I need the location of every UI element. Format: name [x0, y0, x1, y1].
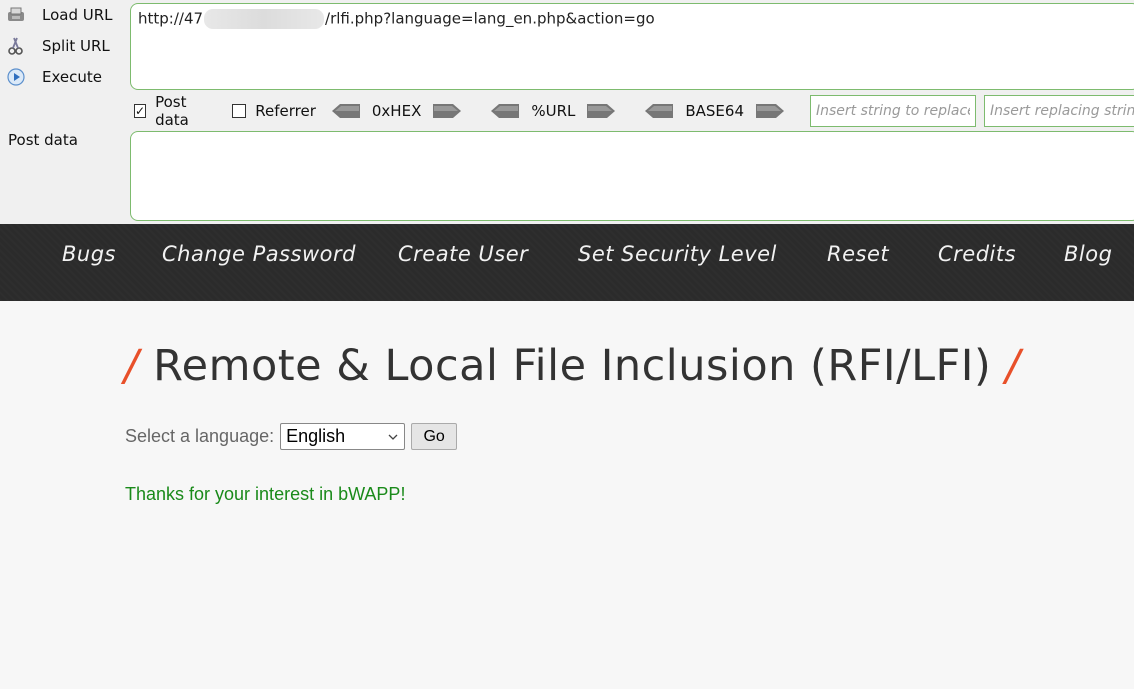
hex-encode-arrow-icon[interactable] — [433, 104, 462, 118]
checkbox-checked-icon: ✓ — [134, 104, 147, 118]
chevron-down-icon — [388, 434, 398, 440]
page-title: / Remote & Local File Inclusion (RFI/LFI… — [124, 341, 1020, 391]
execute-icon — [6, 67, 26, 87]
nav-item-set-security-level[interactable]: Set Security Level — [578, 242, 777, 266]
execute-button[interactable]: Execute — [6, 64, 102, 90]
hex-decode-arrow-icon[interactable] — [331, 104, 360, 118]
nav-item-bugs[interactable]: Bugs — [62, 242, 116, 266]
hackbar-toolbar: Load URL Split URL Execute http://47/rlf… — [0, 0, 1134, 224]
go-button[interactable]: Go — [411, 423, 458, 450]
load-url-label: Load URL — [42, 6, 113, 24]
split-url-label: Split URL — [42, 37, 110, 55]
post-data-checkbox[interactable]: ✓ Post data — [134, 93, 213, 129]
url-encode-label: %URL — [531, 102, 576, 120]
hex-encoder: 0xHEX — [331, 102, 462, 120]
url-field[interactable]: http://47/rlfi.php?language=lang_en.php&… — [130, 3, 1134, 90]
title-slash-left: / — [124, 341, 139, 391]
base64-label: BASE64 — [685, 102, 744, 120]
status-message: Thanks for your interest in bWAPP! — [125, 484, 406, 504]
language-select[interactable]: English — [280, 423, 406, 450]
nav-item-blog[interactable]: Blog — [1064, 242, 1112, 266]
language-selected-value: English — [286, 426, 346, 446]
nav-item-create-user[interactable]: Create User — [398, 242, 528, 266]
base64-decode-arrow-icon[interactable] — [645, 104, 674, 118]
language-select-label: Select a language: — [125, 426, 275, 446]
nav-item-change-password[interactable]: Change Password — [162, 242, 356, 266]
title-slash-right: / — [1005, 341, 1021, 391]
nav-item-reset[interactable]: Reset — [827, 242, 889, 266]
load-url-button[interactable]: Load URL — [6, 2, 113, 28]
hackbar-options-row: ✓ Post data Referrer 0xHEX %URL BASE64 — [134, 93, 1134, 129]
execute-label: Execute — [42, 68, 102, 86]
post-data-field[interactable] — [130, 131, 1134, 221]
language-form: Select a language: English Go — [125, 423, 458, 450]
post-data-checkbox-label: Post data — [155, 93, 189, 129]
referrer-checkbox[interactable]: Referrer — [232, 102, 316, 120]
split-url-button[interactable]: Split URL — [6, 33, 110, 59]
url-text-suffix: /rlfi.php?language=lang_en.php&action=go — [325, 9, 655, 28]
main-nav: Bugs Change Password Create User Set Sec… — [0, 224, 1134, 301]
main-content: / Remote & Local File Inclusion (RFI/LFI… — [0, 301, 1134, 689]
url-encode-arrow-icon[interactable] — [587, 104, 616, 118]
checkbox-unchecked-icon — [232, 104, 247, 118]
url-encoder: %URL — [491, 102, 616, 120]
referrer-checkbox-label: Referrer — [255, 102, 316, 120]
post-data-field-label: Post data — [8, 131, 78, 149]
replace-string-input[interactable] — [810, 95, 976, 127]
redacted-ip — [204, 9, 325, 29]
load-url-icon — [6, 5, 26, 25]
url-text-prefix: http://47 — [138, 9, 204, 28]
split-url-icon — [6, 36, 26, 56]
replacing-string-input[interactable] — [984, 95, 1134, 127]
base64-encoder: BASE64 — [645, 102, 784, 120]
page-title-text: Remote & Local File Inclusion (RFI/LFI) — [153, 341, 992, 391]
base64-encode-arrow-icon[interactable] — [756, 104, 784, 118]
hex-label: 0xHEX — [371, 102, 422, 120]
url-decode-arrow-icon[interactable] — [491, 104, 520, 118]
nav-item-credits[interactable]: Credits — [938, 242, 1016, 266]
